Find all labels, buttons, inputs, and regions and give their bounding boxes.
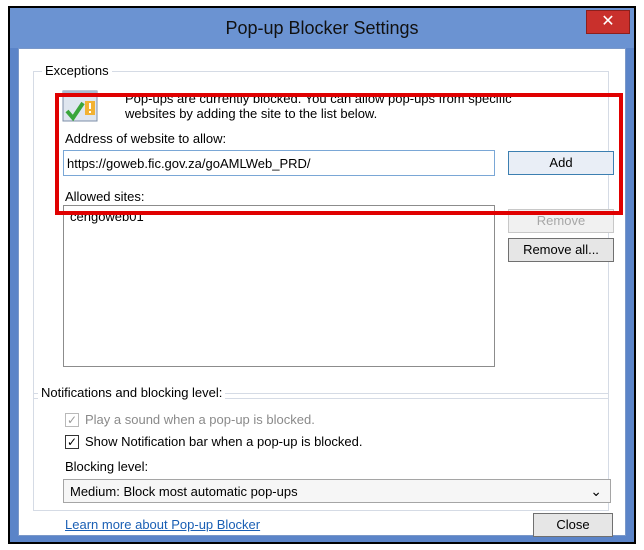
learn-more-link[interactable]: Learn more about Pop-up Blocker [65,517,260,532]
dialog-client-area: Exceptions Pop-ups are currently blocked… [18,48,626,537]
show-bar-checkbox[interactable]: ✓ [65,435,79,449]
shield-warning-icon [62,90,98,122]
notifications-legend: Notifications and blocking level: [38,385,226,400]
dialog-window: Pop-up Blocker Settings ✕ Exceptions Pop… [8,6,636,544]
close-icon[interactable]: ✕ [586,10,630,34]
play-sound-label: Play a sound when a pop-up is blocked. [85,412,315,427]
address-label: Address of website to allow: [65,131,227,146]
chevron-down-icon: ⌄ [590,483,602,499]
play-sound-checkbox[interactable]: ✓ [65,413,79,427]
allowed-sites-list[interactable]: cengoweb01 [63,205,495,367]
blocking-level-label: Blocking level: [65,459,149,474]
add-button[interactable]: Add [508,151,614,175]
allowed-site-item[interactable]: cengoweb01 [70,209,144,224]
close-button[interactable]: Close [533,513,613,537]
checkmark-icon: ✓ [66,435,78,449]
remove-all-button[interactable]: Remove all... [508,238,614,262]
checkmark-icon: ✓ [66,413,78,427]
remove-button[interactable]: Remove [508,209,614,233]
show-bar-label: Show Notification bar when a pop-up is b… [85,434,363,449]
exceptions-description-line2: websites by adding the site to the list … [125,106,378,121]
exceptions-description-line1: Pop-ups are currently blocked. You can a… [125,91,512,106]
exceptions-legend: Exceptions [42,63,112,78]
address-input[interactable] [63,150,495,176]
window-title: Pop-up Blocker Settings [225,18,419,38]
allowed-sites-label: Allowed sites: [65,189,145,204]
screen: Pop-up Blocker Settings ✕ Exceptions Pop… [0,0,644,550]
title-bar[interactable]: Pop-up Blocker Settings ✕ [10,8,634,48]
blocking-level-select[interactable]: Medium: Block most automatic pop-ups ⌄ [63,479,611,503]
blocking-level-value: Medium: Block most automatic pop-ups [70,484,298,499]
